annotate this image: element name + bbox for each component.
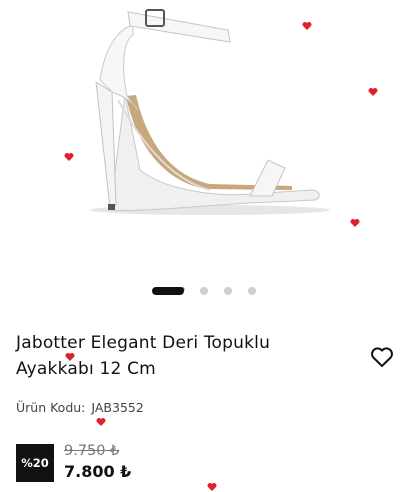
new-price: 7.800 ₺ (64, 462, 132, 481)
discount-badge: %20 (16, 444, 54, 482)
carousel-dot[interactable] (224, 287, 232, 295)
carousel-dot-active[interactable] (152, 287, 184, 295)
heart-icon (350, 219, 360, 227)
heart-icon (368, 88, 378, 96)
heart-icon (207, 483, 217, 491)
product-title-line: Jabotter Elegant Deri Topuklu (16, 333, 271, 353)
product-image[interactable] (0, 0, 410, 270)
product-title: Jabotter Elegant Deri Topuklu Ayakkabı 1… (16, 330, 346, 382)
old-price: 9.750 ₺ (64, 443, 120, 459)
product-code: Ürün Kodu: JAB3552 (16, 400, 144, 415)
heart-icon (64, 153, 74, 161)
carousel-dot[interactable] (200, 287, 208, 295)
carousel-dot[interactable] (248, 287, 256, 295)
heart-icon (96, 418, 106, 426)
product-code-value: JAB3552 (91, 400, 144, 415)
product-code-label: Ürün Kodu: (16, 400, 86, 415)
heart-icon (302, 22, 312, 30)
product-title-line: Ayakkabı 12 Cm (16, 359, 156, 379)
heart-outline-icon[interactable] (370, 346, 394, 368)
carousel-indicator (152, 287, 256, 295)
